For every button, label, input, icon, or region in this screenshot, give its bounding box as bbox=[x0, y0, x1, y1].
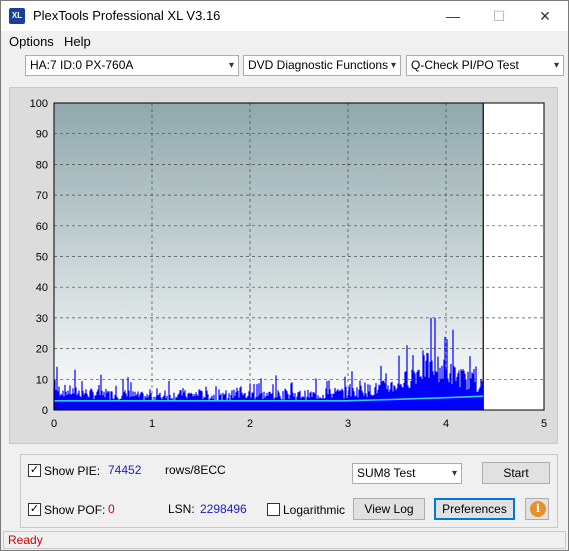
info-button[interactable]: i bbox=[525, 498, 549, 520]
y-tick-label: 20 bbox=[36, 344, 48, 356]
y-tick-label: 60 bbox=[36, 221, 48, 233]
show-pie-checkbox[interactable]: ✓ bbox=[28, 464, 41, 477]
show-pof-checkbox[interactable]: ✓ bbox=[28, 503, 41, 516]
test-select-value: Q-Check PI/PO Test bbox=[411, 58, 519, 72]
x-tick-label: 2 bbox=[247, 418, 253, 430]
x-tick-label: 5 bbox=[541, 418, 547, 430]
chevron-down-icon: ▾ bbox=[451, 468, 457, 479]
logarithmic-label: Logarithmic bbox=[283, 503, 346, 517]
pie-value: 74452 bbox=[108, 463, 142, 477]
start-button-label: Start bbox=[503, 466, 529, 480]
title-bar: XL PlexTools Professional XL V3.16 — ☐ ✕ bbox=[1, 1, 568, 31]
chevron-down-icon: ▾ bbox=[553, 60, 559, 71]
drive-select[interactable]: HA:7 ID:0 PX-760A ▾ bbox=[25, 55, 239, 76]
x-tick-label: 3 bbox=[345, 418, 351, 430]
pi-po-chart: 0 10 20 30 40 50 60 70 80 90 100 0 1 2 3 4 5 bbox=[30, 98, 547, 430]
preferences-button-label: Preferences bbox=[442, 502, 507, 516]
view-log-button-label: View Log bbox=[364, 502, 414, 516]
drive-select-value: HA:7 ID:0 PX-760A bbox=[30, 58, 134, 72]
test-select[interactable]: Q-Check PI/PO Test ▾ bbox=[406, 55, 564, 76]
minimize-button[interactable]: — bbox=[430, 1, 476, 31]
window-title: PlexTools Professional XL V3.16 bbox=[33, 8, 221, 23]
x-tick-label: 1 bbox=[149, 418, 155, 430]
y-tick-label: 70 bbox=[36, 190, 48, 202]
y-tick-label: 100 bbox=[30, 98, 48, 110]
sum-test-select-value: SUM8 Test bbox=[357, 466, 416, 480]
y-tick-label: 10 bbox=[36, 374, 48, 386]
function-select[interactable]: DVD Diagnostic Functions ▾ bbox=[243, 55, 401, 76]
chevron-down-icon: ▾ bbox=[228, 60, 234, 71]
close-button[interactable]: ✕ bbox=[522, 1, 568, 31]
pof-value: 0 bbox=[108, 502, 115, 516]
menu-bar: Options Help bbox=[1, 32, 568, 52]
chart-panel: 0 10 20 30 40 50 60 70 80 90 100 0 1 2 3 4 5 bbox=[9, 87, 558, 444]
app-logo-icon: XL bbox=[9, 8, 25, 24]
status-bar: Ready bbox=[3, 531, 566, 549]
view-log-button[interactable]: View Log bbox=[353, 498, 425, 520]
show-pof-label: Show POF: bbox=[44, 503, 106, 517]
y-tick-label: 30 bbox=[36, 313, 48, 325]
show-pie-label: Show PIE: bbox=[44, 464, 101, 478]
y-tick-label: 40 bbox=[36, 282, 48, 294]
lsn-label: LSN: bbox=[168, 502, 195, 516]
chevron-down-icon: ▾ bbox=[390, 60, 396, 71]
menu-options[interactable]: Options bbox=[9, 34, 54, 49]
menu-help[interactable]: Help bbox=[64, 34, 91, 49]
info-icon: i bbox=[530, 501, 546, 517]
function-select-value: DVD Diagnostic Functions bbox=[248, 58, 389, 72]
x-tick-label: 0 bbox=[51, 418, 57, 430]
y-tick-label: 0 bbox=[42, 405, 48, 417]
pie-unit: rows/8ECC bbox=[165, 463, 226, 477]
y-tick-label: 50 bbox=[36, 252, 48, 264]
logarithmic-checkbox[interactable] bbox=[267, 503, 280, 516]
lsn-value: 2298496 bbox=[200, 502, 247, 516]
maximize-button[interactable]: ☐ bbox=[476, 1, 522, 31]
y-tick-label: 90 bbox=[36, 129, 48, 141]
start-button[interactable]: Start bbox=[482, 462, 550, 484]
sum-test-select[interactable]: SUM8 Test ▾ bbox=[352, 463, 462, 484]
x-tick-label: 4 bbox=[443, 418, 449, 430]
y-tick-label: 80 bbox=[36, 159, 48, 171]
preferences-button[interactable]: Preferences bbox=[434, 498, 515, 520]
status-text: Ready bbox=[8, 533, 43, 547]
app-window: XL PlexTools Professional XL V3.16 — ☐ ✕… bbox=[0, 0, 569, 551]
